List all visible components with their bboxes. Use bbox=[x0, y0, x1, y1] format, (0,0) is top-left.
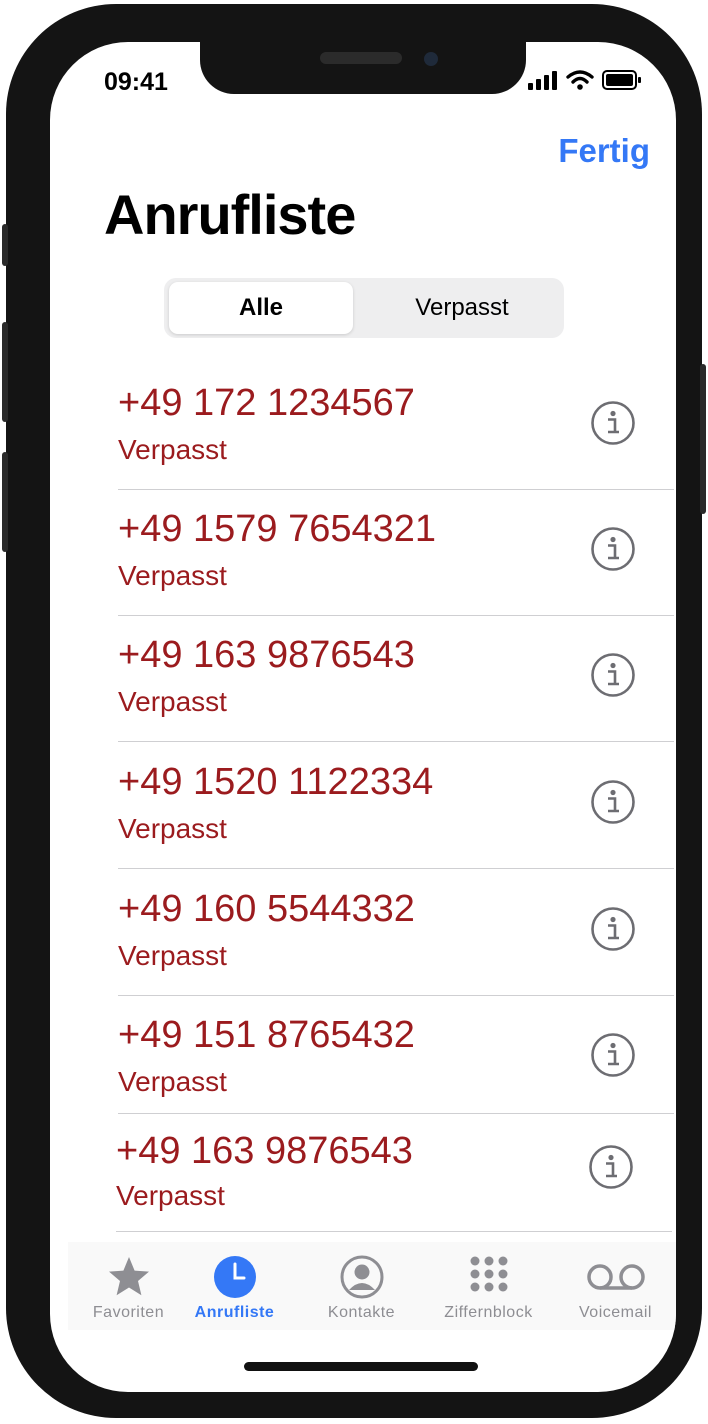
row-divider bbox=[118, 741, 674, 742]
call-status: Verpasst bbox=[118, 686, 227, 717]
segment-all[interactable]: Alle bbox=[169, 282, 353, 334]
notch bbox=[200, 42, 526, 94]
speaker-grille bbox=[320, 52, 402, 64]
tab-favorites[interactable]: Favoriten bbox=[68, 1242, 189, 1330]
call-number: +49 151 8765432 bbox=[118, 1014, 415, 1056]
screen: 09:41 Fertig Anrufliste Alle Verpasst +4… bbox=[50, 42, 676, 1392]
call-status: Verpasst bbox=[116, 1180, 225, 1211]
keypad-icon bbox=[470, 1256, 507, 1292]
battery-icon bbox=[602, 70, 641, 90]
info-icon[interactable] bbox=[590, 652, 636, 698]
call-row[interactable]: +49 163 9876543 Verpasst bbox=[116, 1114, 672, 1232]
tab-voicemail[interactable]: Voicemail bbox=[555, 1242, 676, 1330]
tab-contacts[interactable]: Kontakte bbox=[301, 1242, 422, 1330]
info-icon[interactable] bbox=[588, 1144, 634, 1190]
call-status: Verpasst bbox=[118, 434, 227, 465]
side-button bbox=[2, 224, 8, 266]
signal-icon bbox=[528, 71, 557, 90]
call-number: +49 1520 1122334 bbox=[118, 761, 434, 803]
call-row[interactable]: +49 172 1234567 Verpasst bbox=[118, 364, 674, 490]
person-circle-icon bbox=[340, 1255, 383, 1299]
power-button bbox=[700, 364, 706, 514]
call-row[interactable]: +49 163 9876543 Verpasst bbox=[118, 616, 674, 742]
call-number: +49 163 9876543 bbox=[116, 1130, 413, 1172]
row-divider bbox=[116, 1231, 672, 1232]
tab-label: Voicemail bbox=[579, 1304, 652, 1321]
wifi-icon bbox=[566, 70, 594, 90]
star-icon bbox=[108, 1257, 149, 1296]
tab-bar: Favoriten Anrufliste Kontakte Ziffernblo… bbox=[68, 1242, 676, 1330]
segment-missed[interactable]: Verpasst bbox=[364, 282, 560, 334]
volume-down-button bbox=[2, 452, 8, 552]
front-camera bbox=[424, 52, 438, 66]
status-icons bbox=[528, 70, 642, 90]
home-indicator[interactable] bbox=[244, 1362, 478, 1371]
status-time: 09:41 bbox=[104, 68, 168, 96]
clock-icon bbox=[213, 1256, 256, 1298]
info-icon[interactable] bbox=[590, 779, 636, 825]
call-number: +49 172 1234567 bbox=[118, 382, 415, 424]
tab-keypad[interactable]: Ziffernblock bbox=[428, 1242, 549, 1330]
tab-recents[interactable]: Anrufliste bbox=[174, 1242, 295, 1330]
call-number: +49 163 9876543 bbox=[118, 634, 415, 676]
info-icon[interactable] bbox=[590, 526, 636, 572]
call-status: Verpasst bbox=[118, 1066, 227, 1097]
call-row[interactable]: +49 1579 7654321 Verpasst bbox=[118, 490, 674, 616]
tab-label: Ziffernblock bbox=[444, 1304, 533, 1321]
call-status: Verpasst bbox=[118, 560, 227, 591]
call-row[interactable]: +49 151 8765432 Verpasst bbox=[118, 996, 674, 1114]
tab-label: Favoriten bbox=[92, 1304, 165, 1321]
info-icon[interactable] bbox=[590, 1032, 636, 1078]
page-title: Anrufliste bbox=[104, 183, 356, 246]
info-icon[interactable] bbox=[590, 906, 636, 952]
call-row[interactable]: +49 1520 1122334 Verpasst bbox=[118, 743, 674, 869]
call-row[interactable]: +49 160 5544332 Verpasst bbox=[118, 870, 674, 996]
call-number: +49 160 5544332 bbox=[118, 888, 415, 930]
call-status: Verpasst bbox=[118, 940, 227, 971]
done-button[interactable]: Fertig bbox=[558, 132, 650, 170]
call-status: Verpasst bbox=[118, 813, 227, 844]
phone-frame: 09:41 Fertig Anrufliste Alle Verpasst +4… bbox=[2, 4, 706, 1418]
segmented-control: Alle Verpasst bbox=[164, 278, 564, 338]
info-icon[interactable] bbox=[590, 400, 636, 446]
volume-up-button bbox=[2, 322, 8, 422]
row-divider bbox=[118, 868, 674, 869]
call-number: +49 1579 7654321 bbox=[118, 508, 437, 550]
tab-label: Anrufliste bbox=[194, 1304, 275, 1321]
voicemail-icon bbox=[586, 1264, 645, 1290]
tab-label: Kontakte bbox=[327, 1304, 396, 1321]
